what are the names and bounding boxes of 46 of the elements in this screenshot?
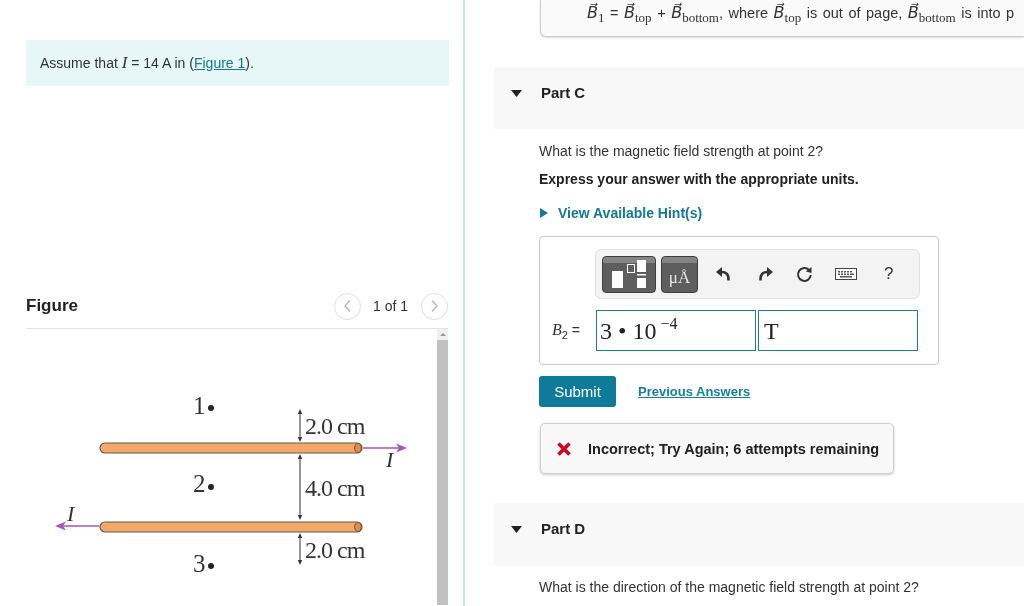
point-marker-icon bbox=[208, 563, 214, 569]
point-marker-icon bbox=[208, 405, 214, 411]
reset-icon[interactable] bbox=[796, 265, 813, 283]
question-text: What is the magnetic field strength at point 2? bbox=[539, 142, 825, 160]
current-arrow bbox=[362, 443, 407, 453]
templates-button[interactable] bbox=[602, 255, 656, 293]
submit-button[interactable]: Submit bbox=[539, 376, 616, 407]
help-button[interactable]: ? bbox=[884, 264, 894, 284]
caret-down-icon[interactable] bbox=[511, 90, 522, 97]
cross-icon bbox=[557, 441, 571, 456]
keyboard-icon[interactable] bbox=[835, 268, 857, 280]
current-label: I bbox=[67, 501, 75, 526]
chevron-left-icon bbox=[343, 300, 351, 312]
hints-link[interactable]: View Available Hint(s) bbox=[539, 204, 703, 222]
answer-field[interactable]: 3 • 10$^{−4}$ bbox=[596, 310, 756, 351]
chevron-right-icon bbox=[431, 300, 438, 312]
dimension-arrow bbox=[297, 454, 303, 520]
redo-icon[interactable] bbox=[758, 267, 773, 281]
unit-field[interactable]: T bbox=[758, 310, 918, 351]
part-title: Part D bbox=[541, 520, 586, 538]
instruction-text: Express your answer with the appropriate units. bbox=[539, 170, 860, 188]
variable-label: B$_{2}$ = bbox=[551, 320, 581, 341]
page-indicator: 1 of 1 bbox=[372, 298, 408, 314]
previous-answers-link[interactable]: Previous Answers bbox=[638, 384, 751, 399]
current-label: I bbox=[386, 447, 394, 472]
question-text: What is the direction of the magnetic field strength at point 2? bbox=[539, 578, 920, 596]
distance-label: 2.0 cm bbox=[305, 413, 365, 439]
part-header[interactable]: Part C bbox=[494, 67, 1024, 129]
point-marker-icon bbox=[208, 484, 214, 490]
figure-heading: Figure bbox=[26, 296, 78, 316]
point-label: 1 bbox=[193, 392, 206, 419]
point-label: 2 bbox=[193, 470, 206, 497]
current-arrow bbox=[55, 521, 100, 531]
template-icon bbox=[612, 259, 646, 289]
caret-down-icon[interactable] bbox=[511, 526, 522, 533]
distance-label: 4.0 cm bbox=[305, 475, 365, 501]
units-button[interactable]: μÅ bbox=[661, 255, 698, 293]
dimension-arrow bbox=[297, 533, 303, 565]
part-header[interactable]: Part D bbox=[494, 503, 1024, 566]
part-title: Part C bbox=[541, 84, 586, 102]
dimension-arrow bbox=[297, 409, 303, 442]
undo-icon[interactable] bbox=[716, 267, 731, 281]
distance-label: 2.0 cm bbox=[305, 537, 365, 563]
point-label: 3 bbox=[193, 550, 206, 577]
assumption-text: Assume that I = 14 A in (Figure 1). bbox=[40, 53, 254, 73]
feedback-text: Incorrect; Try Again; 6 attempts remaining bbox=[588, 440, 880, 457]
